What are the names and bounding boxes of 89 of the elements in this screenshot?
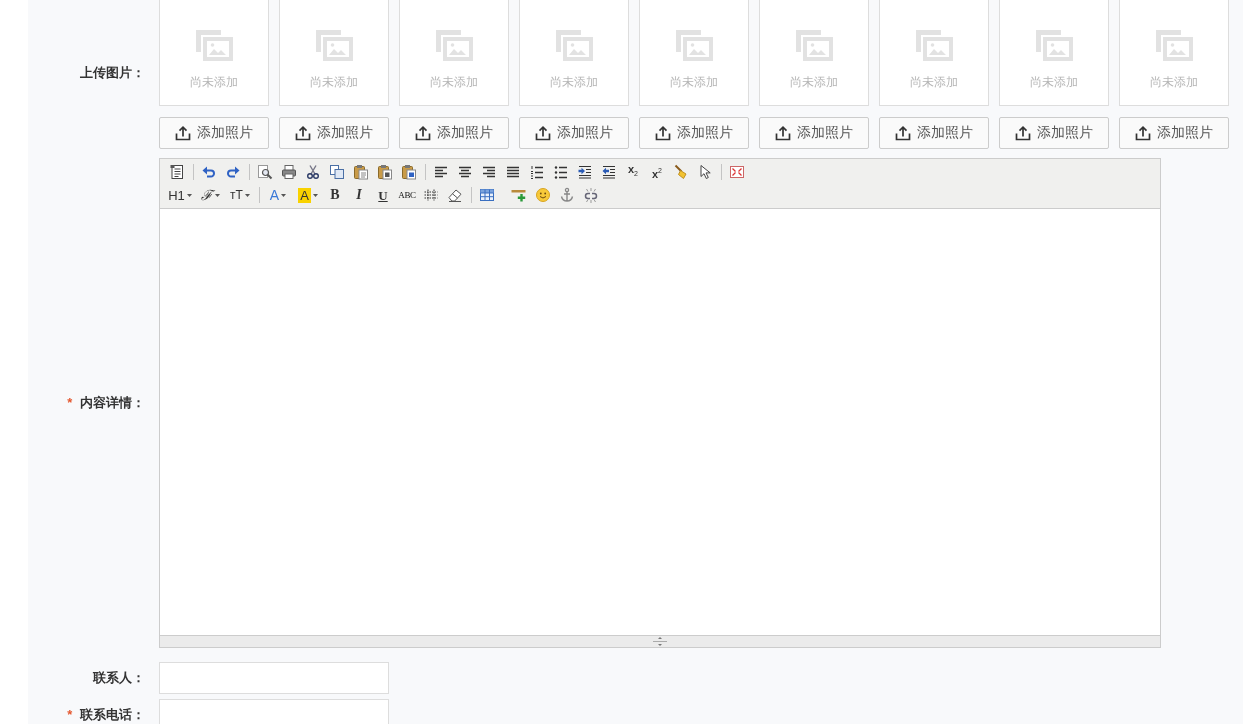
caret-icon bbox=[281, 193, 287, 197]
italic-button[interactable]: I bbox=[349, 185, 369, 205]
clipboard-icon[interactable] bbox=[353, 164, 369, 180]
numbered-list-icon[interactable] bbox=[529, 164, 545, 180]
slot-caption: 尚未添加 bbox=[310, 74, 358, 90]
picture-icon bbox=[675, 29, 713, 61]
upload-icon bbox=[775, 125, 791, 141]
add-photo-button[interactable]: 添加照片 bbox=[279, 117, 389, 149]
align-justify-icon[interactable] bbox=[505, 164, 521, 180]
slot-caption: 尚未添加 bbox=[430, 74, 478, 90]
caret-icon bbox=[186, 193, 192, 197]
slot-caption: 尚未添加 bbox=[1030, 74, 1078, 90]
outdent-icon[interactable] bbox=[601, 164, 617, 180]
scissors-icon[interactable] bbox=[305, 164, 321, 180]
align-right-icon[interactable] bbox=[481, 164, 497, 180]
strikethrough-button[interactable]: ABC bbox=[397, 185, 417, 205]
add-photo-button[interactable]: 添加照片 bbox=[759, 117, 869, 149]
upload-icon bbox=[655, 125, 671, 141]
printer-icon[interactable] bbox=[281, 164, 297, 180]
undo-icon[interactable] bbox=[201, 164, 217, 180]
upload-icon bbox=[415, 125, 431, 141]
picture-icon bbox=[555, 29, 593, 61]
upload-icon bbox=[895, 125, 911, 141]
picture-icon bbox=[315, 29, 353, 61]
broken-link-icon[interactable] bbox=[583, 187, 599, 203]
slot-caption: 尚未添加 bbox=[1150, 74, 1198, 90]
add-photo-button[interactable]: 添加照片 bbox=[879, 117, 989, 149]
subscript-button[interactable]: x$_{2}$ bbox=[623, 162, 643, 182]
align-center-icon[interactable] bbox=[457, 164, 473, 180]
clipboard-badge-icon[interactable] bbox=[401, 164, 417, 180]
picture-icon bbox=[915, 29, 953, 61]
field-label: 上传图片： bbox=[80, 64, 145, 80]
dotted-grid-icon[interactable] bbox=[423, 187, 439, 203]
document-icon[interactable] bbox=[169, 164, 185, 180]
add-photo-button[interactable]: 添加照片 bbox=[159, 117, 269, 149]
font-color-button[interactable]: A bbox=[265, 185, 291, 205]
upload-icon bbox=[1135, 125, 1151, 141]
align-left-icon[interactable] bbox=[433, 164, 449, 180]
caret-icon bbox=[214, 193, 220, 197]
upload-icon bbox=[535, 125, 551, 141]
slot-caption: 尚未添加 bbox=[550, 74, 598, 90]
magnifier-page-icon[interactable] bbox=[257, 164, 273, 180]
upload-icon bbox=[175, 125, 191, 141]
bold-button[interactable]: B bbox=[325, 185, 345, 205]
smiley-icon[interactable] bbox=[535, 187, 551, 203]
indent-icon[interactable] bbox=[577, 164, 593, 180]
caret-icon bbox=[312, 193, 318, 197]
required-mark: * bbox=[67, 395, 73, 410]
copy-icon[interactable] bbox=[329, 164, 345, 180]
heading-button[interactable]: H1 bbox=[167, 185, 193, 205]
font-size-button[interactable]: ᴛT bbox=[227, 185, 253, 205]
picture-icon bbox=[195, 29, 233, 61]
picture-icon bbox=[795, 29, 833, 61]
bullet-list-icon[interactable] bbox=[553, 164, 569, 180]
eraser-icon[interactable] bbox=[447, 187, 463, 203]
picture-icon bbox=[1035, 29, 1073, 61]
caret-icon bbox=[244, 193, 250, 197]
brush-icon[interactable] bbox=[673, 164, 689, 180]
field-label: 内容详情： bbox=[80, 395, 145, 410]
cursor-icon[interactable] bbox=[697, 164, 713, 180]
anchor-icon[interactable] bbox=[559, 187, 575, 203]
add-photo-button[interactable]: 添加照片 bbox=[519, 117, 629, 149]
expand-arrows-icon[interactable] bbox=[729, 164, 745, 180]
required-mark: * bbox=[67, 707, 73, 722]
superscript-button[interactable]: x$^{2}$ bbox=[647, 162, 667, 182]
upload-icon bbox=[295, 125, 311, 141]
add-photo-button[interactable]: 添加照片 bbox=[999, 117, 1109, 149]
picture-icon bbox=[1155, 29, 1193, 61]
resize-grip-icon bbox=[653, 637, 667, 646]
slot-caption: 尚未添加 bbox=[910, 74, 958, 90]
highlight-button[interactable]: A bbox=[295, 185, 321, 205]
add-photo-button[interactable]: 添加照片 bbox=[1119, 117, 1229, 149]
text-field[interactable] bbox=[159, 662, 389, 694]
picture-icon bbox=[435, 29, 473, 61]
underline-button[interactable]: U bbox=[373, 185, 393, 205]
clipboard-mark-icon[interactable] bbox=[377, 164, 393, 180]
field-label: 联系人： bbox=[93, 670, 145, 685]
slot-caption: 尚未添加 bbox=[670, 74, 718, 90]
redo-icon[interactable] bbox=[225, 164, 241, 180]
slot-caption: 尚未添加 bbox=[190, 74, 238, 90]
add-photo-button[interactable]: 添加照片 bbox=[399, 117, 509, 149]
text-field[interactable] bbox=[159, 699, 389, 724]
add-photo-button[interactable]: 添加照片 bbox=[639, 117, 749, 149]
upload-icon bbox=[1015, 125, 1031, 141]
font-family-button[interactable]: ℱ bbox=[197, 185, 223, 205]
table-icon[interactable] bbox=[479, 187, 495, 203]
bar-plus-icon[interactable] bbox=[511, 187, 527, 203]
field-label: 联系电话： bbox=[80, 707, 145, 722]
slot-caption: 尚未添加 bbox=[790, 74, 838, 90]
